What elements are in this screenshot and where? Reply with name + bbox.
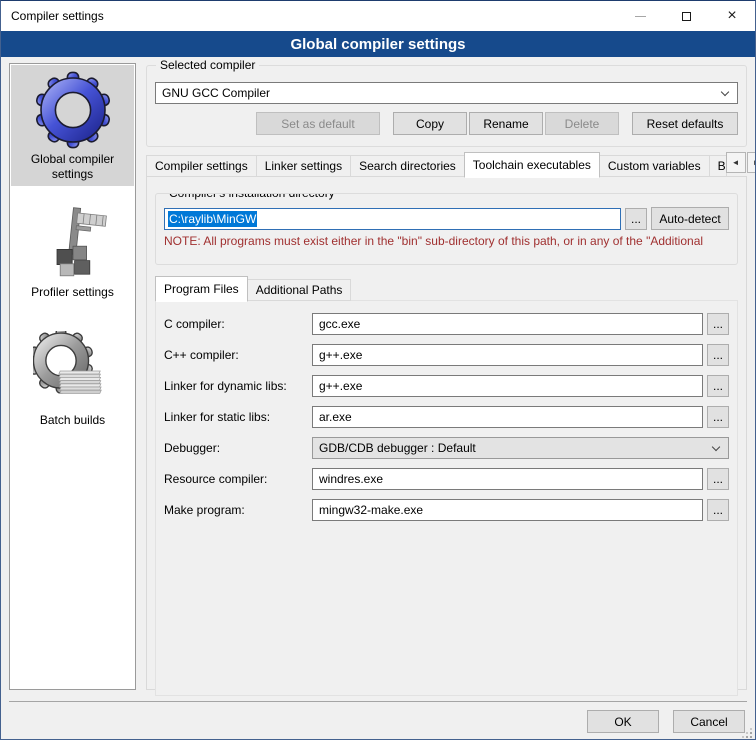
subtab-additional-paths[interactable]: Additional Paths: [247, 279, 352, 301]
installation-directory-group: Compiler's installation directory C:\ray…: [155, 193, 738, 265]
group-label: Compiler's installation directory: [165, 193, 339, 200]
tab-scroll-left-button[interactable]: ◄: [726, 152, 746, 173]
form-row: Make program: ...: [164, 499, 729, 521]
gear-icon: [33, 70, 113, 150]
tab-toolchain-executables[interactable]: Toolchain executables: [464, 152, 600, 178]
chevron-down-icon: [721, 88, 729, 96]
group-label: Selected compiler: [156, 58, 259, 72]
settings-category-list: Global compiler settings: [9, 63, 136, 690]
footer-divider: [9, 701, 747, 702]
minimize-button: [617, 1, 663, 31]
resource-compiler-input[interactable]: [312, 468, 703, 490]
sidebar-item-label: Global compiler settings: [21, 152, 125, 182]
tab-compiler-settings[interactable]: Compiler settings: [146, 155, 257, 177]
window-title: Compiler settings: [1, 9, 104, 23]
form-row: Linker for dynamic libs: ...: [164, 375, 729, 397]
dynamic-linker-browse-button[interactable]: ...: [707, 375, 729, 397]
sidebar-item-global-compiler-settings[interactable]: Global compiler settings: [11, 65, 134, 186]
c-compiler-browse-button[interactable]: ...: [707, 313, 729, 335]
selected-text: C:\raylib\MinGW: [168, 211, 257, 227]
sidebar-item-label: Batch builds: [21, 413, 125, 428]
c-compiler-input[interactable]: [312, 313, 703, 335]
form-row: Linker for static libs: ...: [164, 406, 729, 428]
set-as-default-button: Set as default: [256, 112, 380, 135]
sidebar-item-batch-builds[interactable]: Batch builds: [11, 326, 134, 432]
cpp-compiler-input[interactable]: [312, 344, 703, 366]
installation-directory-input[interactable]: C:\raylib\MinGW: [164, 208, 621, 230]
dynamic-linker-label: Linker for dynamic libs:: [164, 379, 312, 393]
static-linker-browse-button[interactable]: ...: [707, 406, 729, 428]
cancel-button[interactable]: Cancel: [673, 710, 745, 733]
window-controls: ×: [617, 1, 755, 31]
form-row: C compiler: ...: [164, 313, 729, 335]
sidebar-item-profiler-settings[interactable]: Profiler settings: [11, 198, 134, 304]
static-linker-input[interactable]: [312, 406, 703, 428]
close-button[interactable]: ×: [709, 1, 755, 31]
compiler-settings-dialog: Compiler settings × Global compiler sett…: [0, 0, 756, 740]
debugger-label: Debugger:: [164, 441, 312, 455]
tab-scroll-buttons: ◄ ►: [726, 152, 756, 173]
c-compiler-label: C compiler:: [164, 317, 312, 331]
dialog-header-title: Global compiler settings: [290, 36, 465, 53]
main-content: Selected compiler GNU GCC Compiler Set a…: [146, 65, 747, 705]
compiler-actions: Set as default Copy Rename Delete Reset …: [155, 112, 738, 135]
program-files-panel: C compiler: ... C++ compiler: ... Linker…: [155, 300, 738, 696]
cpp-compiler-browse-button[interactable]: ...: [707, 344, 729, 366]
copy-button[interactable]: Copy: [393, 112, 467, 135]
delete-button: Delete: [545, 112, 619, 135]
caliper-icon: [33, 203, 113, 283]
tab-linker-settings[interactable]: Linker settings: [256, 155, 351, 177]
dialog-header: Global compiler settings: [1, 31, 755, 57]
form-row: C++ compiler: ...: [164, 344, 729, 366]
installation-directory-browse-button[interactable]: ...: [625, 208, 647, 230]
dialog-body: Global compiler settings: [1, 57, 755, 740]
installation-directory-row: C:\raylib\MinGW ... Auto-detect: [164, 207, 729, 230]
titlebar[interactable]: Compiler settings ×: [1, 1, 755, 31]
static-linker-label: Linker for static libs:: [164, 410, 312, 424]
tab-scroll-right-button[interactable]: ►: [747, 152, 756, 173]
selected-compiler-group: Selected compiler GNU GCC Compiler Set a…: [146, 65, 747, 147]
maximize-button[interactable]: [663, 1, 709, 31]
form-row: Resource compiler: ...: [164, 468, 729, 490]
minimize-icon: [635, 16, 646, 17]
subtab-program-files[interactable]: Program Files: [155, 276, 248, 302]
rename-button[interactable]: Rename: [469, 112, 543, 135]
maximize-icon: [682, 12, 691, 21]
sidebar-item-label: Profiler settings: [21, 285, 125, 300]
selected-compiler-dropdown[interactable]: GNU GCC Compiler: [155, 82, 738, 104]
resource-compiler-label: Resource compiler:: [164, 472, 312, 486]
close-icon: ×: [727, 7, 736, 25]
auto-detect-button[interactable]: Auto-detect: [651, 207, 729, 230]
dynamic-linker-input[interactable]: [312, 375, 703, 397]
toolchain-executables-panel: Compiler's installation directory C:\ray…: [146, 176, 747, 690]
batch-builds-icon: [33, 331, 113, 411]
cpp-compiler-label: C++ compiler:: [164, 348, 312, 362]
debugger-value: GDB/CDB debugger : Default: [319, 441, 476, 455]
chevron-down-icon: [712, 443, 720, 451]
make-program-input[interactable]: [312, 499, 703, 521]
resource-compiler-browse-button[interactable]: ...: [707, 468, 729, 490]
tab-custom-variables[interactable]: Custom variables: [599, 155, 710, 177]
make-program-browse-button[interactable]: ...: [707, 499, 729, 521]
dialog-footer: OK Cancel: [587, 710, 745, 733]
make-program-label: Make program:: [164, 503, 312, 517]
ok-button[interactable]: OK: [587, 710, 659, 733]
tab-search-directories[interactable]: Search directories: [350, 155, 465, 177]
program-files-tabs: Program Files Additional Paths: [155, 275, 738, 301]
debugger-dropdown[interactable]: GDB/CDB debugger : Default: [312, 437, 729, 459]
form-row: Debugger: GDB/CDB debugger : Default: [164, 437, 729, 459]
resize-grip[interactable]: [750, 736, 752, 738]
compiler-tabs: Compiler settings Linker settings Search…: [146, 151, 747, 177]
tab-build-options[interactable]: Build: [709, 155, 727, 177]
selected-compiler-value: GNU GCC Compiler: [162, 86, 270, 100]
reset-defaults-button[interactable]: Reset defaults: [632, 112, 738, 135]
note-text: NOTE: All programs must exist either in …: [164, 234, 729, 248]
